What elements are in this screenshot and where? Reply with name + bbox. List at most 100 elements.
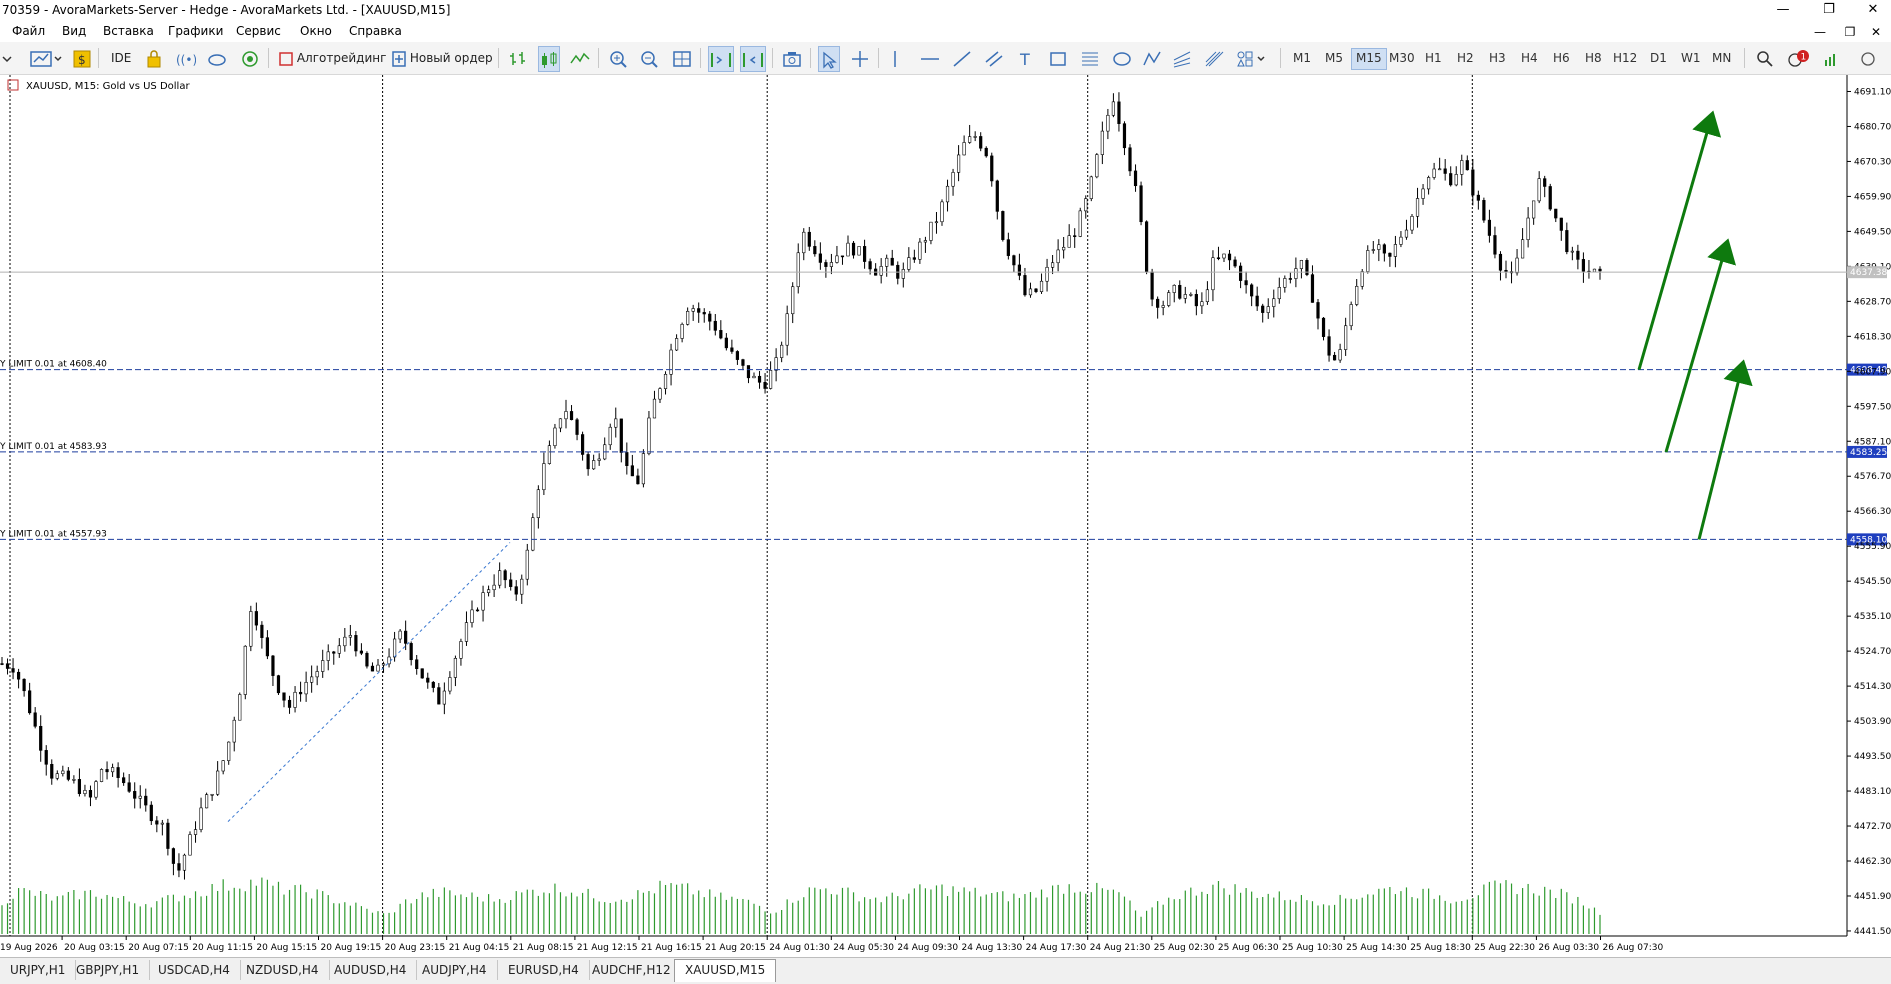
x-tick-label: 20 Aug 23:15: [385, 943, 446, 953]
candle-body: [912, 257, 916, 260]
tab-audchf-h12[interactable]: AUDCHF,H12: [582, 960, 682, 980]
pitchfork-icon[interactable]: [1172, 46, 1192, 70]
tab-eurusd-h4[interactable]: EURUSD,H4: [498, 960, 590, 980]
new-chart-dropdown-icon[interactable]: [2, 46, 24, 70]
candle-body: [144, 795, 148, 806]
channel-icon[interactable]: [984, 46, 1004, 70]
timeframe-m5[interactable]: M5: [1321, 48, 1347, 68]
auto-scroll-icon[interactable]: [708, 46, 734, 72]
candle-body: [1050, 262, 1055, 268]
timeframe-h2[interactable]: H2: [1453, 48, 1478, 68]
candle-body: [1023, 275, 1027, 296]
menu-file[interactable]: Файл: [12, 24, 45, 38]
candle-body: [1498, 253, 1503, 271]
timeframe-m30[interactable]: M30: [1385, 48, 1419, 68]
tab-gbpjpy-h1[interactable]: GBPJPY,H1: [66, 960, 151, 980]
timeframe-h12[interactable]: H12: [1609, 48, 1641, 68]
candlestick-chart-icon[interactable]: [538, 46, 560, 72]
menu-charts[interactable]: Графики: [168, 24, 223, 38]
timeframe-m1[interactable]: M1: [1289, 48, 1315, 68]
fibonacci-icon[interactable]: [1080, 46, 1100, 70]
menu-insert[interactable]: Вставка: [103, 24, 154, 38]
horizontal-line-icon[interactable]: [920, 46, 940, 70]
candle-body: [962, 142, 966, 156]
search-icon[interactable]: [1756, 46, 1774, 70]
timeframe-h6[interactable]: H6: [1549, 48, 1574, 68]
y-tick-label: 4524.70: [1854, 647, 1891, 657]
screenshot-icon[interactable]: [782, 46, 802, 70]
notification-count: 1: [1801, 52, 1807, 62]
tab-urjpy-h1[interactable]: URJPY,H1: [0, 960, 77, 980]
close-icon[interactable]: ✕: [1850, 0, 1891, 22]
child-close-icon[interactable]: ✕: [1856, 22, 1891, 42]
timeframe-mn[interactable]: MN: [1708, 48, 1735, 68]
zoom-out-icon[interactable]: [640, 46, 660, 70]
candle-body: [824, 262, 828, 267]
timeframe-h4[interactable]: H4: [1517, 48, 1542, 68]
chart-shift-icon[interactable]: [740, 46, 766, 72]
chart-tabs: URJPY,H1 GBPJPY,H1 USDCAD,H4 NZDUSD,H4 A…: [0, 957, 1891, 984]
chart-templates-icon[interactable]: [30, 46, 64, 70]
time-scale[interactable]: 19 Aug 2026 20 Aug 03:15 20 Aug 07:15 20 Au…: [0, 936, 1663, 953]
menu-tools[interactable]: Сервис: [236, 24, 281, 38]
candle-body: [1371, 249, 1375, 251]
tab-audjpy-h4[interactable]: AUDJPY,H4: [412, 960, 498, 980]
candle-body: [1017, 264, 1022, 276]
x-tick-label: 25 Aug 22:30: [1474, 943, 1535, 953]
price-scale[interactable]: 4691.104680.704670.304659.904649.504639.…: [1847, 87, 1891, 972]
candle-body: [1189, 294, 1193, 296]
rectangle-icon[interactable]: [1048, 46, 1068, 70]
restore-icon[interactable]: ❐: [1806, 0, 1852, 22]
y-tick-label: 4566.30: [1854, 507, 1891, 517]
candle-body: [1476, 194, 1480, 201]
timeframe-d1[interactable]: D1: [1646, 48, 1671, 68]
notifications-icon[interactable]: 1: [1786, 46, 1812, 70]
menu-help[interactable]: Справка: [349, 24, 402, 38]
signal-icon[interactable]: ((•)): [176, 46, 202, 70]
market-watch-icon[interactable]: $: [73, 46, 91, 70]
timeframe-m15[interactable]: M15: [1351, 48, 1387, 70]
text-tool-icon[interactable]: T: [1018, 46, 1034, 70]
bar-chart-icon[interactable]: [508, 46, 528, 70]
y-tick-label: 4535.10: [1854, 612, 1891, 622]
cursor-icon[interactable]: [818, 46, 840, 72]
lock-icon[interactable]: [145, 46, 163, 70]
timeframe-h8[interactable]: H8: [1581, 48, 1606, 68]
vps-icon[interactable]: [240, 46, 260, 70]
timeframe-h1[interactable]: H1: [1421, 48, 1446, 68]
gann-icon[interactable]: [1204, 46, 1224, 70]
ide-button[interactable]: IDE: [111, 46, 131, 70]
shapes-icon[interactable]: [1112, 46, 1132, 70]
tab-audusd-h4[interactable]: AUDUSD,H4: [324, 960, 418, 980]
candle-body: [625, 452, 629, 466]
chat-icon[interactable]: [1860, 46, 1880, 70]
minimize-icon[interactable]: —: [1760, 0, 1806, 22]
candle-body: [359, 650, 364, 654]
timeframe-w1[interactable]: W1: [1677, 48, 1705, 68]
price-chart[interactable]: Y LIMIT 0.01 at 4608.404608.40Y LIMIT 0.…: [0, 75, 1891, 972]
timeframe-h3[interactable]: H3: [1485, 48, 1510, 68]
new-order-button[interactable]: Новый ордер: [392, 46, 493, 70]
line-chart-icon[interactable]: [570, 46, 590, 70]
vertical-line-icon[interactable]: [888, 46, 902, 70]
menu-view[interactable]: Вид: [62, 24, 86, 38]
crosshair-icon[interactable]: [850, 46, 870, 70]
cloud-icon[interactable]: [207, 46, 227, 70]
tile-windows-icon[interactable]: [672, 46, 692, 70]
algotrading-button[interactable]: Алготрейдинг: [279, 46, 386, 70]
candle-body: [835, 255, 839, 263]
candle-body: [1438, 168, 1442, 171]
candle-body: [1167, 292, 1171, 306]
menu-window[interactable]: Окно: [300, 24, 332, 38]
tab-usdcad-h4[interactable]: USDCAD,H4: [148, 960, 241, 980]
tab-nzdusd-h4[interactable]: NZDUSD,H4: [236, 960, 330, 980]
candle-body: [1415, 198, 1420, 217]
chart-window[interactable]: Y LIMIT 0.01 at 4608.40 4608.40 Y LIMIT 0.…: [0, 75, 1891, 972]
elliott-icon[interactable]: [1142, 46, 1162, 70]
candle-body: [232, 719, 236, 743]
zoom-in-icon[interactable]: [609, 46, 629, 70]
y-tick-label: 4628.70: [1854, 297, 1891, 307]
trend-line-icon[interactable]: [952, 46, 972, 70]
tab-xauusd-m15[interactable]: XAUUSD,M15: [674, 959, 777, 982]
more-objects-icon[interactable]: [1236, 46, 1270, 70]
